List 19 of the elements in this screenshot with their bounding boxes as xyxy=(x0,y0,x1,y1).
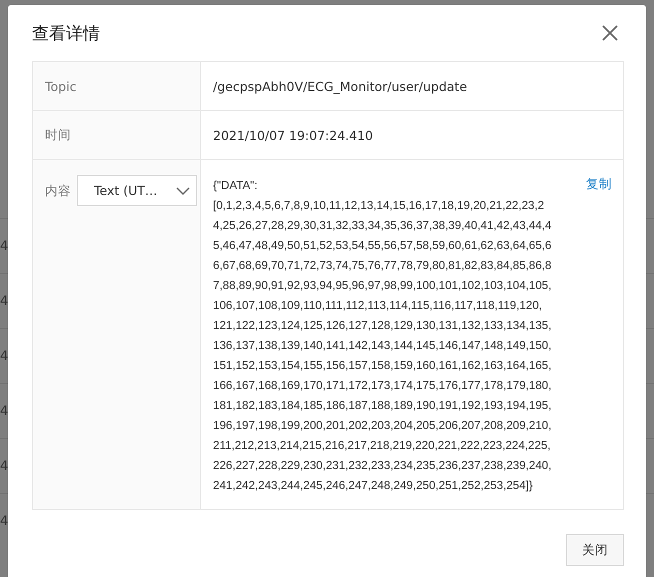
field-label: Topic xyxy=(45,78,76,94)
select-value: Text (UT… xyxy=(94,183,158,198)
close-button[interactable]: 关闭 xyxy=(566,534,624,566)
field-label: 内容 xyxy=(45,183,71,200)
caret-icon xyxy=(176,186,190,194)
table-cell: 4 xyxy=(0,294,8,308)
field-label: 时间 xyxy=(45,126,71,144)
payload-text: {"DATA": [0,1,2,3,4,5,6,7,8,9,10,11,12,13,14,15,16,17,18,19,20,21,22,23,2 4,25,26,27,28,29,30,31,32,33,34,35,36,37,38,39,40,41,42,43,44,4 5,46,47,48,49,50,51,52,53,54,55,56,57,58,59,60,61,62,63,64,65,6 6,67,68,69,70,71,72,73,74,75,76,77,78,79,80,81,82,83,84,85,86,8 7,88,89,90,91,92,93,94,95,96,97,98,99,100,101,102,103,104,105, 106,107,108,109,110,111,112,113,114,115,116,117,118,119,120, 121,122,123,124,125,126,127,128,129,130,131,132,133,134,135, 136,137,138,139,140,141,142,143,144,145,146,147,148,149,150, 151,152,153,154,155,156,157,158,159,160,161,162,163,164,165, 166,167,168,169,170,171,172,173,174,175,176,177,178,179,180, 181,182,183,184,185,186,187,188,189,190,191,192,193,194,195, 196,197,198,199,200,201,202,203,204,205,206,207,208,209,210, 211,212,213,214,215,216,217,218,219,220,221,222,223,224,225, 226,227,228,229,230,231,232,233,234,235,236,237,238,239,240, 241,242,243,244,245,246,247,248,249,250,251,252,253,254]} xyxy=(213,178,552,494)
table-cell: 4 xyxy=(0,514,8,528)
table-cell: 4 xyxy=(0,458,8,474)
table-cell: 4 xyxy=(0,348,8,364)
field-value: /gecpspAbh0V/ECG_Monitor/user/update xyxy=(213,78,468,94)
copy-link[interactable]: 复制 xyxy=(586,176,612,193)
field-value: 2021/10/07 19:07:24.410 xyxy=(213,128,373,142)
close-icon[interactable] xyxy=(602,25,618,41)
table-cell: 4 xyxy=(0,238,8,254)
format-select[interactable]: Text (UT… xyxy=(77,175,197,206)
table-cell: 4 xyxy=(0,404,8,418)
dialog-title: 查看详情 xyxy=(32,22,100,44)
